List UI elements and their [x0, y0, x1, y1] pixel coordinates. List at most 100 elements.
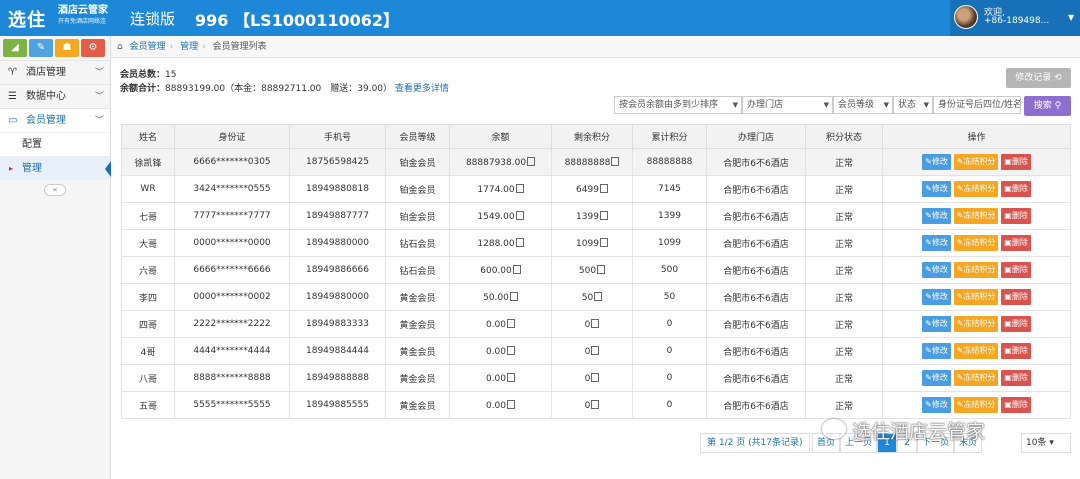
operations-cell: ✎修改 ✎冻结积分 ▣删除 — [882, 364, 1071, 392]
pagination-info: 第 1/2 页 (共17条记录) — [700, 433, 810, 453]
edit-note-icon[interactable] — [611, 156, 620, 166]
delete-button[interactable]: ▣删除 — [1001, 289, 1031, 305]
freeze-points-button[interactable]: ✎冻结积分 — [953, 235, 999, 251]
edit-note-icon[interactable] — [591, 318, 600, 328]
sidebar-item-member[interactable]: ▭ 会员管理 ﹀ — [0, 108, 110, 132]
freeze-points-button[interactable]: ✎冻结积分 — [953, 208, 999, 224]
freeze-points-button[interactable]: ✎冻结积分 — [953, 397, 999, 413]
freeze-points-button[interactable]: ✎冻结积分 — [953, 262, 999, 278]
gears-icon[interactable]: ⚙ — [81, 39, 105, 57]
edit-note-icon[interactable] — [599, 183, 608, 193]
page-size-select[interactable]: 10条 ▾ — [1021, 433, 1071, 453]
store-cell-text: 合肥市6不6酒店 — [723, 239, 789, 250]
breadcrumb-member[interactable]: 会员管理 — [130, 42, 166, 52]
sidebar-item-config[interactable]: 配置 — [0, 132, 110, 156]
breadcrumb-manage[interactable]: 管理 — [180, 42, 198, 52]
delete-button[interactable]: ▣删除 — [1001, 343, 1031, 359]
phone-cell-text: 18949884444 — [306, 346, 369, 356]
freeze-points-button[interactable]: ✎冻结积分 — [953, 181, 999, 197]
delete-button[interactable]: ▣删除 — [1001, 208, 1031, 224]
edit-note-icon[interactable] — [591, 399, 600, 409]
freeze-points-button[interactable]: ✎冻结积分 — [953, 370, 999, 386]
name-cell: 四哥 — [121, 310, 175, 338]
edit-note-icon[interactable] — [515, 183, 524, 193]
edit-note-icon[interactable] — [507, 345, 516, 355]
chart-icon[interactable]: ◢ — [3, 39, 27, 57]
edit-note-icon[interactable] — [507, 372, 516, 382]
home-icon[interactable]: ⌂ — [117, 42, 123, 52]
points-total-cell: 500 — [632, 256, 707, 284]
edit-button[interactable]: ✎修改 — [922, 235, 951, 251]
level-select[interactable]: 会员等级 ▼ — [833, 96, 893, 114]
edit-note-icon[interactable] — [515, 210, 524, 220]
level-cell: 黄金会员 — [385, 364, 450, 392]
delete-button[interactable]: ▣删除 — [1001, 316, 1031, 332]
group-icon[interactable]: ☗ — [55, 39, 79, 57]
balance-cell-text: 0.00 — [485, 346, 507, 357]
balance-cell: 50.00 — [449, 283, 552, 311]
points-status-cell: 正常 — [805, 283, 883, 311]
edit-note-icon[interactable] — [527, 156, 536, 166]
avatar[interactable] — [954, 5, 978, 29]
store-cell: 合肥市6不6酒店 — [706, 391, 806, 419]
edit-note-icon[interactable] — [591, 345, 600, 355]
delete-button[interactable]: ▣删除 — [1001, 370, 1031, 386]
id-search-input[interactable]: 身份证号后四位/姓名 — [933, 96, 1021, 114]
delete-button[interactable]: ▣删除 — [1001, 154, 1031, 170]
edit-note-icon[interactable] — [507, 318, 516, 328]
user-menu[interactable]: 欢迎, +86-189498... ▼ — [950, 0, 1080, 36]
edit-button[interactable]: ✎修改 — [922, 262, 951, 278]
edit-button[interactable]: ✎修改 — [922, 154, 951, 170]
edit-note-icon[interactable] — [594, 291, 603, 301]
edit-button[interactable]: ✎修改 — [922, 181, 951, 197]
level-cell-text: 钻石会员 — [399, 239, 436, 250]
freeze-points-button[interactable]: ✎冻结积分 — [953, 343, 999, 359]
points-status-cell-text: 正常 — [834, 158, 853, 169]
edit-note-icon[interactable] — [512, 264, 521, 274]
sidebar-item-data[interactable]: ☰ 数据中心 ﹀ — [0, 84, 110, 108]
delete-button[interactable]: ▣删除 — [1001, 262, 1031, 278]
edit-note-icon[interactable] — [597, 264, 606, 274]
pencil-icon[interactable]: ✎ — [29, 39, 53, 57]
edit-button[interactable]: ✎修改 — [922, 397, 951, 413]
store-select[interactable]: 办理门店 ▼ — [742, 96, 833, 114]
delete-button[interactable]: ▣删除 — [1001, 397, 1031, 413]
history-button[interactable]: 修改记录 ⟲ — [1006, 68, 1071, 88]
store-cell: 合肥市6不6酒店 — [706, 148, 806, 176]
level-cell-text: 黄金会员 — [399, 374, 436, 385]
edit-note-icon[interactable] — [509, 291, 518, 301]
search-button[interactable]: 搜索 ⚲ — [1024, 96, 1071, 116]
level-select-value: 会员等级 — [838, 100, 875, 110]
sort-select[interactable]: 按会员余额由多到少排序 ▼ — [614, 96, 742, 114]
freeze-points-button[interactable]: ✎冻结积分 — [953, 154, 999, 170]
more-details-link[interactable]: 查看更多详情 — [395, 84, 449, 94]
edit-note-icon[interactable] — [515, 237, 524, 247]
operations-cell: ✎修改 ✎冻结积分 ▣删除 — [882, 337, 1071, 365]
sidebar-item-manage[interactable]: ▸ 管理 — [0, 156, 111, 180]
delete-button[interactable]: ▣删除 — [1001, 181, 1031, 197]
freeze-points-button[interactable]: ✎冻结积分 — [953, 289, 999, 305]
freeze-points-button[interactable]: ✎冻结积分 — [953, 316, 999, 332]
edit-note-icon[interactable] — [591, 372, 600, 382]
delete-button[interactable]: ▣删除 — [1001, 235, 1031, 251]
freeze-points-button-label: 冻结积分 — [963, 184, 996, 193]
points-left-cell: 6499 — [551, 175, 633, 203]
trash-icon: ▣ — [1004, 238, 1012, 247]
edit-note-icon[interactable] — [599, 210, 608, 220]
points-left-cell-text: 6499 — [576, 184, 599, 195]
sidebar-item-hotel[interactable]: ♈ 酒店管理 ﹀ — [0, 60, 110, 84]
edit-button[interactable]: ✎修改 — [922, 208, 951, 224]
chevron-down-icon[interactable]: ▼ — [1068, 13, 1074, 22]
points-status-cell-text: 正常 — [834, 401, 853, 412]
edit-button[interactable]: ✎修改 — [922, 343, 951, 359]
edit-button[interactable]: ✎修改 — [922, 289, 951, 305]
edit-button[interactable]: ✎修改 — [922, 316, 951, 332]
id-card-cell-text: 2222*******2222 — [193, 319, 271, 329]
status-select[interactable]: 状态 ▼ — [893, 96, 933, 114]
collapse-sidebar-button[interactable]: « — [44, 184, 66, 196]
edit-note-icon[interactable] — [507, 399, 516, 409]
id-card-cell-text: 0000*******0002 — [193, 292, 271, 302]
edit-button[interactable]: ✎修改 — [922, 370, 951, 386]
edit-note-icon[interactable] — [599, 237, 608, 247]
id-card-cell: 0000*******0000 — [174, 229, 290, 257]
